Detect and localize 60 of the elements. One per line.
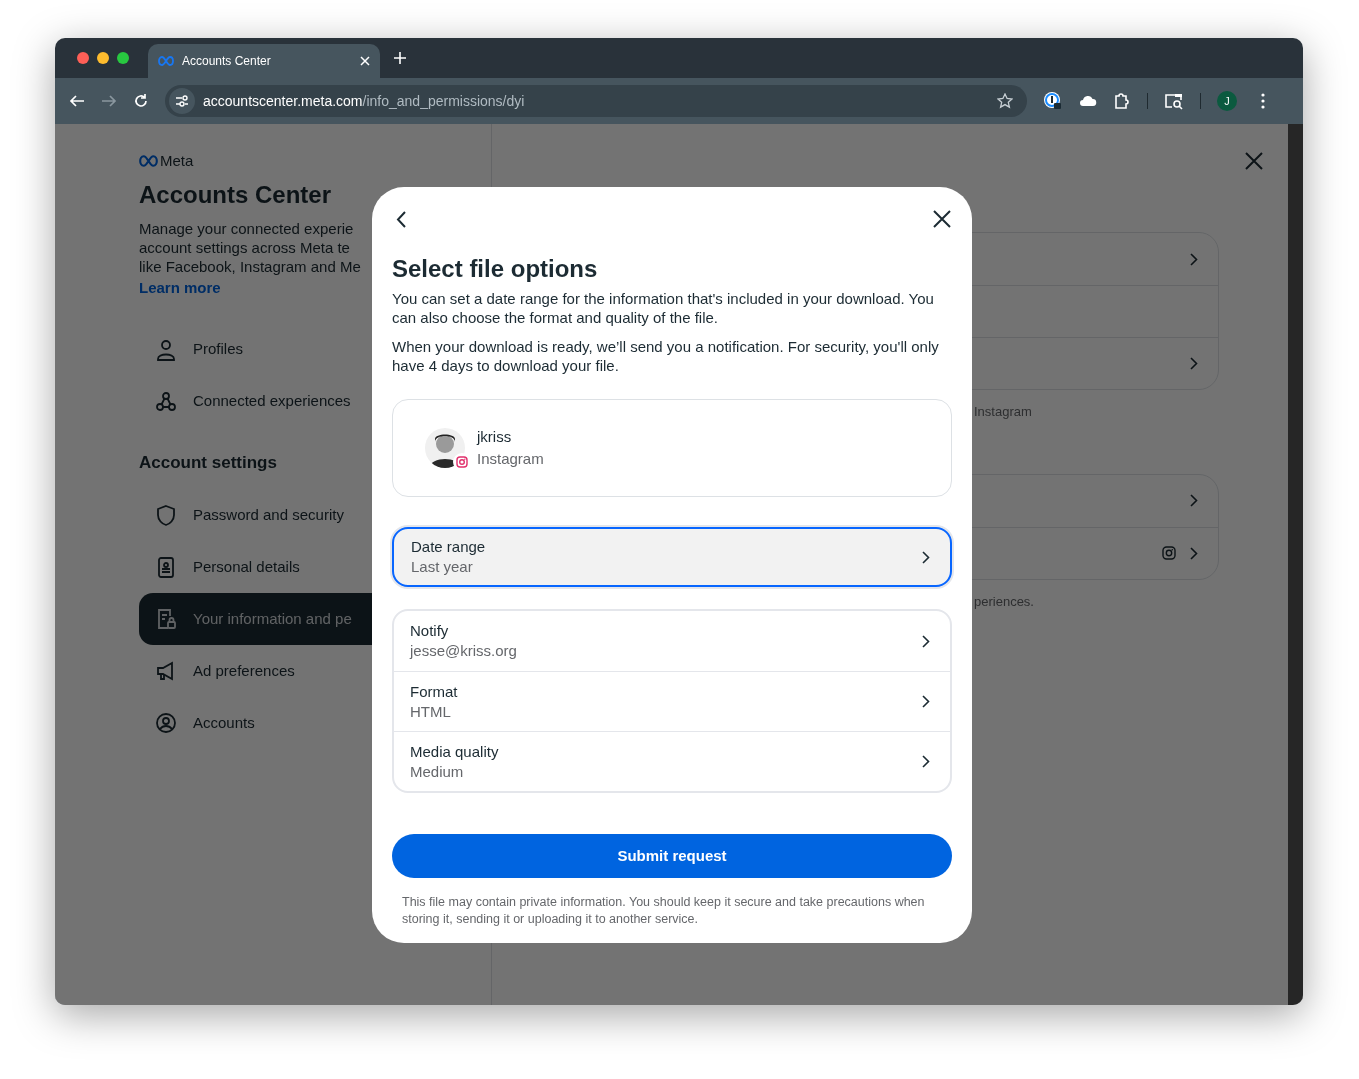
dialog-title: Select file options <box>392 255 599 283</box>
description-text: account settings across Meta te <box>139 237 350 257</box>
address-bar[interactable]: accountscenter.meta.com/info_and_permissions/dyi <box>165 85 1027 117</box>
learn-more-link[interactable]: Learn more <box>139 278 221 296</box>
scrollbar[interactable] <box>1288 124 1303 1005</box>
chevron-icon <box>922 634 930 648</box>
privacy-note: This file may contain private information. You should keep it secure and take precautions when storing it, sending it or uploading it to another service. <box>401 894 926 928</box>
close-icon[interactable] <box>933 210 951 228</box>
chevron-icon <box>1190 546 1198 560</box>
dialog-text: You can set a date range for the information that's included in your download. You can also choose the format and quality of the file. <box>392 289 935 327</box>
account-username: jkriss <box>477 426 513 447</box>
account-platform: Instagram <box>477 449 544 469</box>
infinity-logo-icon <box>139 155 158 168</box>
instagram-icon <box>453 453 471 471</box>
tab-search-icon[interactable] <box>1164 92 1184 110</box>
file-option[interactable]: Media quality Medium <box>394 731 950 791</box>
password-manager-icon[interactable] <box>1043 91 1063 111</box>
browser-tab[interactable]: Accounts Center <box>148 44 380 78</box>
profile-avatar[interactable]: J <box>1217 91 1237 111</box>
nodes-icon <box>155 390 177 413</box>
new-tab-icon[interactable] <box>394 52 406 64</box>
zoom-window-button[interactable] <box>117 52 129 64</box>
forward-icon[interactable] <box>101 93 117 109</box>
instagram-icon <box>1162 546 1176 560</box>
star-icon[interactable] <box>997 93 1013 109</box>
chevron-icon <box>1190 494 1198 507</box>
back-icon[interactable] <box>396 210 406 228</box>
url-text: accountscenter.meta.com/info_and_permissions/dyi <box>203 91 526 111</box>
site-settings-icon[interactable] <box>169 88 195 114</box>
chevron-icon <box>922 695 930 708</box>
chevron-icon <box>922 755 930 768</box>
tab-title: Accounts Center <box>182 53 272 70</box>
person-icon <box>155 338 177 361</box>
infinity-logo-icon <box>158 56 174 66</box>
cloud-icon[interactable] <box>1079 94 1097 108</box>
description-text: Manage your connected experie <box>139 218 354 238</box>
card-note: Instagram <box>973 403 1033 421</box>
submit-button[interactable]: Submit request <box>392 834 952 878</box>
description-text: like Facebook, Instagram and Me <box>139 256 361 276</box>
close-window-button[interactable] <box>77 52 89 64</box>
date-range-option[interactable]: Date range Last year <box>392 527 952 587</box>
puzzle-icon[interactable] <box>1113 92 1131 110</box>
file-option[interactable]: Format HTML <box>394 671 950 731</box>
chevron-icon <box>1190 252 1198 266</box>
reload-icon[interactable] <box>133 93 149 109</box>
chevron-icon <box>1190 357 1198 370</box>
brand-name: Meta <box>160 151 194 171</box>
document-lock-icon <box>155 608 177 630</box>
section-heading: Account settings <box>139 451 277 474</box>
page-title: Accounts Center <box>139 179 333 210</box>
account-circle-icon <box>155 712 177 734</box>
card-note: periences. <box>973 592 1035 611</box>
id-card-icon <box>155 556 177 578</box>
menu-icon[interactable] <box>1261 93 1265 109</box>
dialog-text: When your download is ready, we’ll send you a notification. For security, you'll only have 4 days to download your file. <box>392 337 940 375</box>
shield-icon <box>155 504 177 526</box>
back-icon[interactable] <box>69 93 85 109</box>
minimize-window-button[interactable] <box>97 52 109 64</box>
nav-item[interactable]: Connected experiences <box>139 375 469 428</box>
chevron-icon <box>922 550 930 564</box>
